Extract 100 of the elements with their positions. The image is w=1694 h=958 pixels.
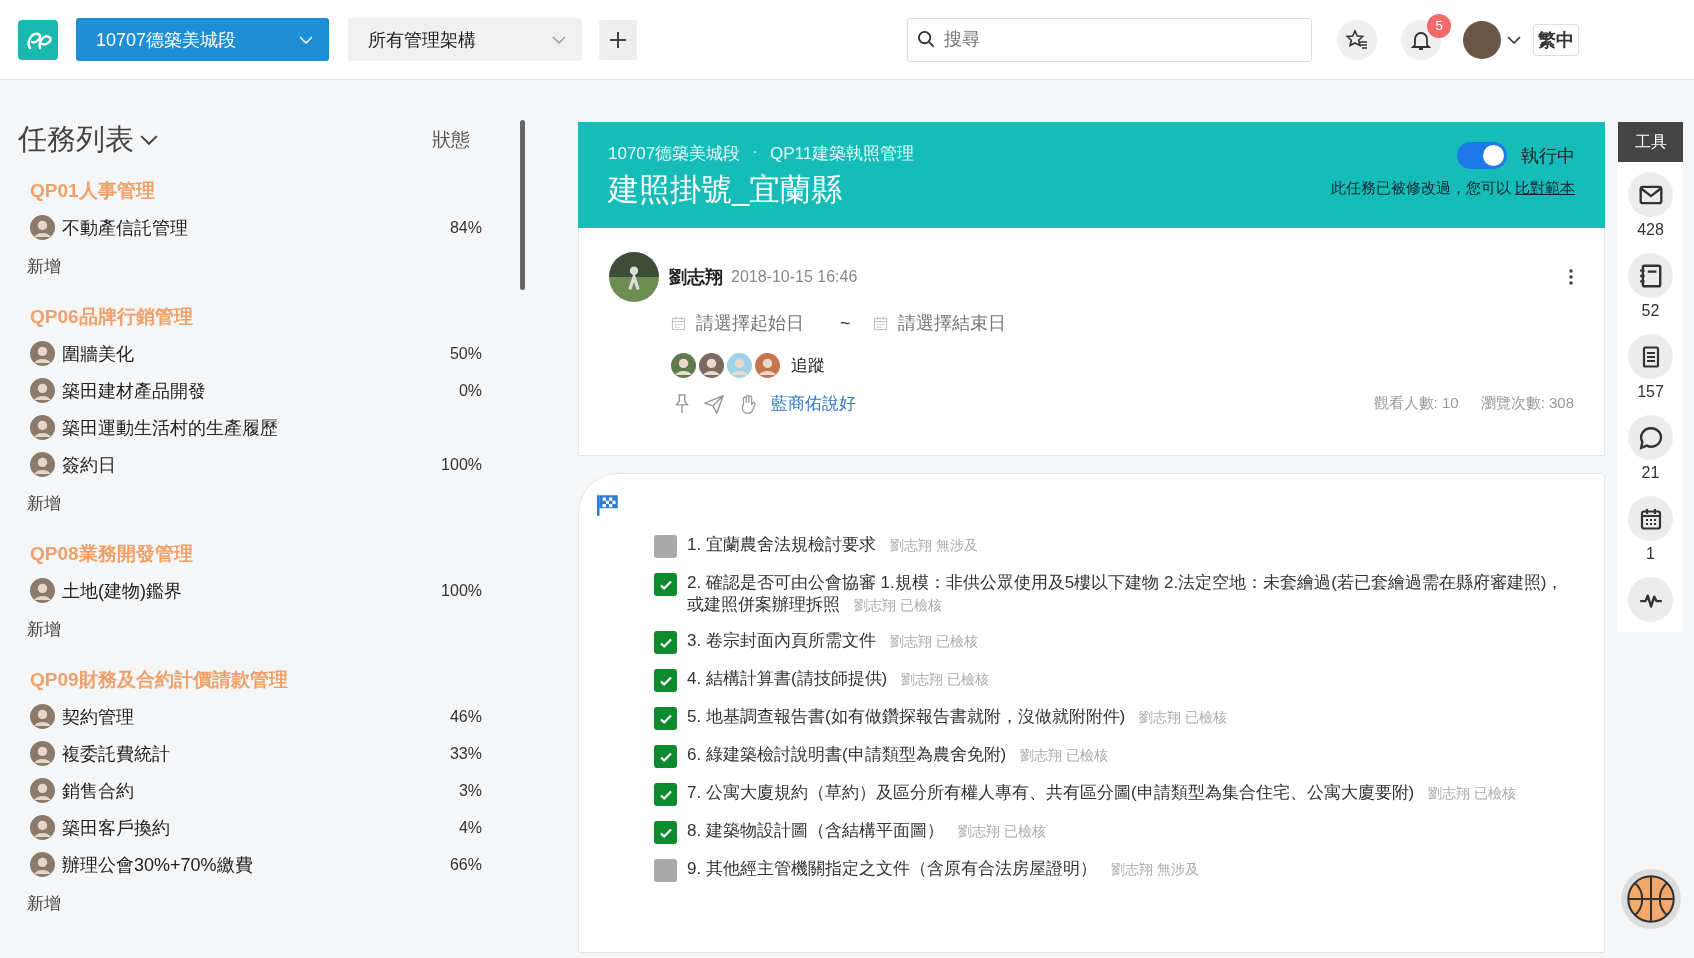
- calendar-icon: [872, 316, 888, 331]
- checkbox[interactable]: [654, 821, 677, 844]
- caret-icon: [140, 134, 158, 146]
- plus-icon: [608, 29, 628, 50]
- checklist-item-text: 8. 建築物設計圖（含結構平面圖） 劉志翔 已檢核: [687, 820, 1046, 842]
- caret-icon: [552, 35, 566, 44]
- follower-avatar-icon: [727, 353, 752, 378]
- comment-icon: [1628, 415, 1673, 460]
- task-item[interactable]: 複委託費統計 33%: [30, 735, 482, 772]
- checkbox[interactable]: [654, 745, 677, 768]
- avatar-icon: [30, 415, 55, 440]
- notebook-tool-button[interactable]: 52: [1628, 253, 1673, 320]
- activity-tool-button[interactable]: [1628, 577, 1673, 622]
- compare-template-link[interactable]: 比對範本: [1515, 179, 1575, 196]
- notifications-button[interactable]: [1401, 19, 1441, 60]
- avatar-icon: [30, 578, 55, 603]
- avatar-icon: [30, 378, 55, 403]
- viewer-count: 觀看人數: 10: [1373, 394, 1459, 413]
- calendar-tool-button[interactable]: 1: [1628, 496, 1673, 563]
- task-item[interactable]: 契約管理 46%: [30, 698, 482, 735]
- star-list-icon: [1345, 27, 1369, 52]
- search-field[interactable]: 搜尋: [907, 17, 1312, 62]
- task-item[interactable]: 圍牆美化 50%: [30, 335, 482, 372]
- checklist-item-text: 1. 宜蘭農舍法規檢討要求 劉志翔 無涉及: [687, 534, 978, 556]
- caret-icon: [1507, 35, 1521, 44]
- checkbox[interactable]: [654, 669, 677, 692]
- more-icon[interactable]: [1568, 268, 1574, 286]
- send-icon[interactable]: [703, 392, 725, 415]
- group-title: QP08業務開發管理: [30, 542, 194, 566]
- task-list-dropdown[interactable]: 任務列表: [18, 120, 158, 160]
- checkbox[interactable]: [654, 707, 677, 730]
- range-separator: ~: [840, 313, 851, 334]
- avatar-icon: [30, 741, 55, 766]
- author-avatar-icon: [609, 252, 659, 302]
- running-toggle[interactable]: [1457, 142, 1507, 169]
- task-item[interactable]: 不動產信託管理 84%: [30, 209, 482, 246]
- add-task-link[interactable]: 新增: [27, 618, 61, 641]
- favorites-button[interactable]: [1337, 19, 1377, 60]
- toggle-label: 執行中: [1521, 144, 1575, 168]
- document-tool-button[interactable]: 157: [1628, 334, 1673, 401]
- add-button[interactable]: [599, 19, 637, 60]
- follower-avatar-icon: [755, 353, 780, 378]
- avatar-icon: [30, 452, 55, 477]
- checklist-item-text: 4. 結構計算書(請技師提供) 劉志翔 已檢核: [687, 668, 990, 690]
- mail-icon: [1628, 172, 1673, 217]
- avatar-icon: [30, 215, 55, 240]
- follow-button[interactable]: 追蹤: [791, 354, 825, 377]
- pin-icon[interactable]: [673, 392, 691, 415]
- calendar-icon: [671, 316, 686, 331]
- notebook-icon: [1628, 253, 1673, 298]
- organization-dropdown[interactable]: 所有管理架構: [348, 18, 582, 61]
- add-task-link[interactable]: 新增: [27, 255, 61, 278]
- checklist-item-text: 7. 公寓大廈規約（草約）及區分所有權人專有、共有區分圖(申請類型為集合住宅、公寓大廈要附) 劉志翔 已檢核: [687, 782, 1517, 804]
- follower-avatar-icon: [699, 353, 724, 378]
- task-item[interactable]: 土地(建物)鑑界 100%: [30, 572, 482, 609]
- checklist-item-text: 3. 卷宗封面內頁所需文件 劉志翔 已檢核: [687, 630, 978, 652]
- language-button[interactable]: 繁中: [1533, 23, 1579, 56]
- avatar-icon: [30, 704, 55, 729]
- checklist-item-text: 9. 其他經主管機關指定之文件（含原有合法房屋證明） 劉志翔 無涉及: [687, 858, 1199, 880]
- notification-badge: 5: [1427, 13, 1451, 38]
- caret-icon: [299, 35, 313, 44]
- avatar-icon: [30, 341, 55, 366]
- document-icon: [1628, 334, 1673, 379]
- task-item[interactable]: 簽約日 100%: [30, 446, 482, 483]
- checklist-item-text: 2. 確認是否可由公會協審 1.規模：非供公眾使用及5樓以下建物 2.法定空地：未套繪過(若已套繪過需在縣府審建照)，或建照併案辦理拆照 劉志翔 已檢核: [687, 572, 1565, 616]
- project-dropdown[interactable]: 10707德築美城段: [76, 18, 329, 61]
- comment-tool-button[interactable]: 21: [1628, 415, 1673, 482]
- breadcrumb-separator: ·: [752, 142, 758, 163]
- avatar-icon: [30, 778, 55, 803]
- task-title: 建照掛號_宜蘭縣: [608, 171, 844, 209]
- group-title: QP06品牌行銷管理: [30, 305, 194, 329]
- avatar-icon: [30, 852, 55, 877]
- follower-avatar-icon: [671, 353, 696, 378]
- status-header: 狀態: [432, 128, 470, 152]
- checkered-flag-icon: [595, 492, 621, 518]
- checkbox[interactable]: [654, 783, 677, 806]
- task-item[interactable]: 築田建材產品開發 0%: [30, 372, 482, 409]
- avatar-icon: [1463, 20, 1501, 59]
- task-item[interactable]: 築田客戶換約 4%: [30, 809, 482, 846]
- post-time: 2018-10-15 16:46: [731, 268, 859, 286]
- mail-tool-button[interactable]: 428: [1628, 172, 1673, 239]
- tools-tab[interactable]: 工具: [1618, 122, 1683, 162]
- task-item[interactable]: 辦理公會30%+70%繳費 66%: [30, 846, 482, 883]
- add-task-link[interactable]: 新增: [27, 892, 61, 915]
- checkbox[interactable]: [654, 859, 677, 882]
- activity-icon: [1628, 577, 1673, 622]
- checkbox[interactable]: [654, 573, 677, 596]
- task-item[interactable]: 銷售合約 3%: [30, 772, 482, 809]
- user-menu[interactable]: [1463, 20, 1521, 59]
- basketball-icon[interactable]: [1619, 868, 1682, 930]
- group-title: QP01人事管理: [30, 179, 156, 203]
- add-task-link[interactable]: 新增: [27, 492, 61, 515]
- avatar-icon: [30, 815, 55, 840]
- view-count: 瀏覽次數: 308: [1480, 394, 1574, 413]
- checkbox[interactable]: [654, 535, 677, 558]
- liked-by-link[interactable]: 藍商佑說好: [771, 392, 856, 415]
- modified-notice: 此任務已被修改過，您可以: [1331, 179, 1511, 196]
- checkbox[interactable]: [654, 631, 677, 654]
- app-logo[interactable]: [18, 19, 58, 60]
- task-item[interactable]: 築田運動生活村的生產履歷: [30, 409, 482, 446]
